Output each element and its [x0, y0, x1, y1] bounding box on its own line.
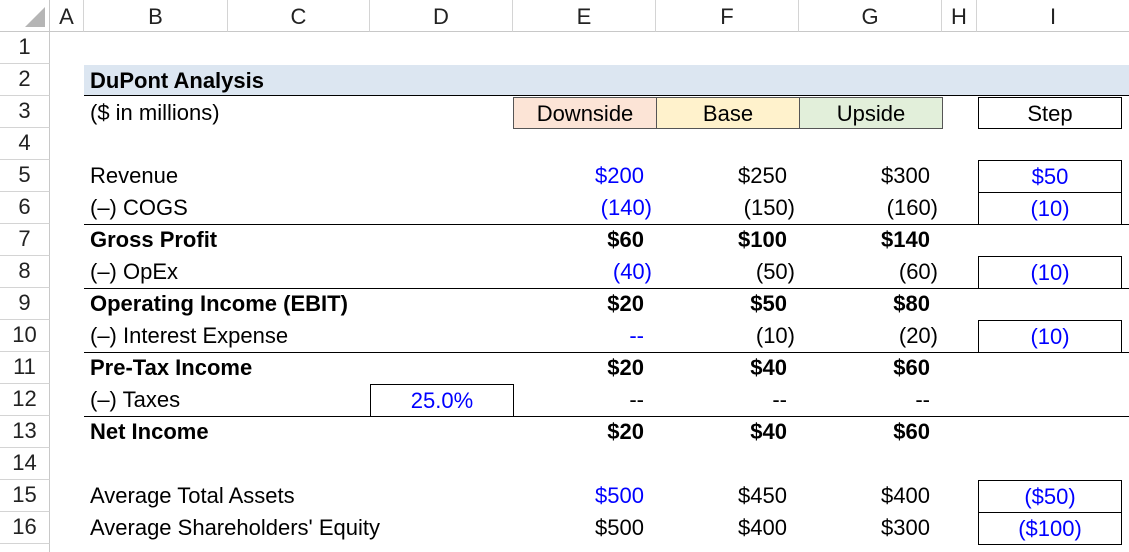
row-header-7[interactable]: 7 — [0, 224, 50, 256]
row-header-6[interactable]: 6 — [0, 192, 50, 224]
column-header-e[interactable]: E — [513, 0, 656, 32]
tax-rate-input[interactable]: 25.0% — [370, 384, 514, 417]
column-header-b[interactable]: B — [84, 0, 228, 32]
pretax-income-downside[interactable]: $20 — [513, 352, 656, 384]
select-all-triangle-icon — [25, 7, 45, 27]
cogs-step[interactable]: (10) — [978, 192, 1122, 225]
cogs-label[interactable]: (–) COGS — [84, 192, 370, 224]
row-header-3[interactable]: 3 — [0, 96, 50, 128]
interest-expense-step[interactable]: (10) — [978, 320, 1122, 353]
net-income-downside[interactable]: $20 — [513, 416, 656, 448]
title-band[interactable]: DuPont Analysis — [84, 65, 1129, 96]
revenue-upside[interactable]: $300 — [799, 160, 942, 192]
revenue-base[interactable]: $250 — [656, 160, 799, 192]
scenario-base-header[interactable]: Base — [656, 97, 800, 129]
avg-total-assets-upside[interactable]: $400 — [799, 480, 942, 512]
row-header-8[interactable]: 8 — [0, 256, 50, 288]
column-header-g[interactable]: G — [799, 0, 942, 32]
avg-equity-downside[interactable]: $500 — [513, 512, 656, 544]
net-income-label[interactable]: Net Income — [84, 416, 370, 448]
cogs-upside[interactable]: (160) — [799, 192, 942, 224]
row-header-9[interactable]: 9 — [0, 288, 50, 320]
row-header-14[interactable]: 14 — [0, 448, 50, 480]
avg-equity-base[interactable]: $400 — [656, 512, 799, 544]
revenue-label[interactable]: Revenue — [84, 160, 370, 192]
pretax-income-label[interactable]: Pre-Tax Income — [84, 352, 370, 384]
revenue-step[interactable]: $50 — [978, 160, 1122, 193]
column-header-i[interactable]: I — [977, 0, 1129, 32]
row-header-16[interactable]: 16 — [0, 512, 50, 544]
avg-total-assets-label[interactable]: Average Total Assets — [84, 480, 370, 512]
ebit-downside[interactable]: $20 — [513, 288, 656, 320]
avg-total-assets-step[interactable]: ($50) — [978, 480, 1122, 513]
avg-equity-step[interactable]: ($100) — [978, 512, 1122, 545]
gross-profit-downside[interactable]: $60 — [513, 224, 656, 256]
opex-downside[interactable]: (40) — [513, 256, 656, 288]
row-header-13[interactable]: 13 — [0, 416, 50, 448]
column-header-c[interactable]: C — [228, 0, 370, 32]
avg-total-assets-base[interactable]: $450 — [656, 480, 799, 512]
row-header-10[interactable]: 10 — [0, 320, 50, 352]
units-label[interactable]: ($ in millions) — [84, 97, 370, 128]
taxes-upside[interactable]: -- — [799, 384, 942, 416]
row-header-12[interactable]: 12 — [0, 384, 50, 416]
row-header-5[interactable]: 5 — [0, 160, 50, 192]
gross-profit-upside[interactable]: $140 — [799, 224, 942, 256]
ebit-upside[interactable]: $80 — [799, 288, 942, 320]
row-header-4[interactable]: 4 — [0, 128, 50, 160]
column-header-d[interactable]: D — [370, 0, 513, 32]
step-header[interactable]: Step — [978, 97, 1122, 129]
interest-expense-label[interactable]: (–) Interest Expense — [84, 320, 370, 352]
opex-label[interactable]: (–) OpEx — [84, 256, 370, 288]
pretax-income-upside[interactable]: $60 — [799, 352, 942, 384]
cogs-downside[interactable]: (140) — [513, 192, 656, 224]
ebit-base[interactable]: $50 — [656, 288, 799, 320]
row-header-11[interactable]: 11 — [0, 352, 50, 384]
gross-profit-label[interactable]: Gross Profit — [84, 224, 370, 256]
spreadsheet-grid[interactable]: A B C D E F G H I 1 2 3 4 5 6 7 8 9 10 1… — [0, 0, 1129, 552]
scenario-upside-header[interactable]: Upside — [799, 97, 943, 129]
revenue-downside[interactable]: $200 — [513, 160, 656, 192]
opex-step[interactable]: (10) — [978, 256, 1122, 289]
row-header-15[interactable]: 15 — [0, 480, 50, 512]
interest-expense-downside[interactable]: -- — [513, 320, 656, 352]
net-income-upside[interactable]: $60 — [799, 416, 942, 448]
row-header-1[interactable]: 1 — [0, 32, 50, 64]
pretax-income-base[interactable]: $40 — [656, 352, 799, 384]
taxes-label[interactable]: (–) Taxes — [84, 384, 370, 416]
interest-expense-upside[interactable]: (20) — [799, 320, 942, 352]
taxes-downside[interactable]: -- — [513, 384, 656, 416]
select-all-corner[interactable] — [0, 0, 50, 32]
cogs-base[interactable]: (150) — [656, 192, 799, 224]
net-income-base[interactable]: $40 — [656, 416, 799, 448]
taxes-base[interactable]: -- — [656, 384, 799, 416]
row-header-17-partial[interactable] — [0, 544, 50, 552]
opex-upside[interactable]: (60) — [799, 256, 942, 288]
avg-total-assets-downside[interactable]: $500 — [513, 480, 656, 512]
gross-profit-base[interactable]: $100 — [656, 224, 799, 256]
interest-expense-base[interactable]: (10) — [656, 320, 799, 352]
ebit-label[interactable]: Operating Income (EBIT) — [84, 288, 424, 320]
avg-equity-label[interactable]: Average Shareholders' Equity — [84, 512, 444, 544]
avg-equity-upside[interactable]: $300 — [799, 512, 942, 544]
column-header-h[interactable]: H — [942, 0, 977, 32]
row-header-2[interactable]: 2 — [0, 64, 50, 96]
scenario-downside-header[interactable]: Downside — [513, 97, 657, 129]
column-header-f[interactable]: F — [656, 0, 799, 32]
opex-base[interactable]: (50) — [656, 256, 799, 288]
column-header-a[interactable]: A — [50, 0, 84, 32]
